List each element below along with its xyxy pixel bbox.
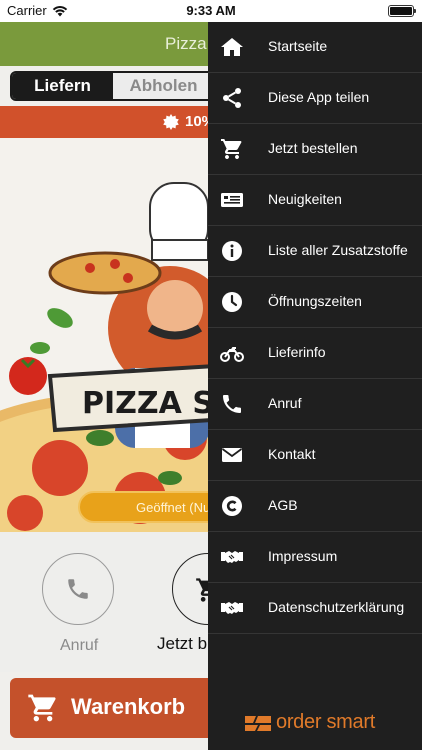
brand-name: order smart	[276, 711, 375, 733]
menu-item-label: Neuigkeiten	[268, 191, 342, 207]
opening-status-label: Geöffnet (Nu	[136, 500, 211, 515]
order-mode-switch: Liefern Abholen	[10, 71, 240, 101]
copyright-icon	[220, 494, 244, 518]
menu-item-share-app[interactable]: Diese App teilen	[208, 73, 422, 124]
page-title: Pizza	[165, 34, 207, 53]
menu-item-privacy[interactable]: Datenschutzerklärung	[208, 583, 422, 634]
menu-item-contact[interactable]: Kontakt	[208, 430, 422, 481]
menu-item-imprint[interactable]: Impressum	[208, 532, 422, 583]
pickup-tab[interactable]: Abholen	[113, 73, 214, 99]
menu-item-label: Öffnungszeiten	[268, 293, 362, 309]
motorbike-icon	[220, 341, 244, 365]
menu-item-delivery-info[interactable]: Lieferinfo	[208, 328, 422, 379]
menu-item-opening-hours[interactable]: Öffnungszeiten	[208, 277, 422, 328]
order-action-label: Jetzt b	[157, 634, 208, 653]
menu-item-additives[interactable]: Liste aller Zusatzstoffe	[208, 226, 422, 277]
sign-text: PIZZA S	[82, 386, 214, 421]
menu-item-label: Diese App teilen	[268, 89, 370, 105]
home-icon	[220, 35, 244, 59]
battery-icon	[388, 5, 416, 17]
phone-icon	[220, 392, 244, 416]
menu-item-label: Datenschutzerklärung	[268, 599, 405, 615]
discount-badge-icon	[163, 113, 179, 130]
deliver-tab[interactable]: Liefern	[12, 73, 113, 99]
call-action-button[interactable]	[42, 553, 114, 625]
menu-item-startseite[interactable]: Startseite	[208, 22, 422, 73]
menu-item-news[interactable]: Neuigkeiten	[208, 175, 422, 226]
mail-icon	[220, 443, 244, 467]
phone-icon	[68, 579, 88, 599]
news-icon	[220, 188, 244, 212]
menu-item-label: AGB	[268, 497, 298, 513]
menu-item-label: Startseite	[268, 38, 328, 54]
menu-item-label: Lieferinfo	[268, 344, 326, 360]
cart-icon	[28, 694, 56, 722]
call-action-label: Anruf	[60, 637, 99, 654]
cart-button-label: Warenkorb	[71, 694, 186, 719]
handshake-icon	[220, 596, 244, 620]
menu-item-label: Jetzt bestellen	[268, 140, 358, 156]
menu-item-label: Liste aller Zusatzstoffe	[268, 242, 408, 258]
brand-logo: order smart	[244, 711, 375, 734]
order-smart-logo-icon	[245, 715, 271, 731]
clock-icon	[220, 290, 244, 314]
navigation-drawer: Startseite Diese App teilen Jetzt bestel…	[208, 22, 422, 750]
info-icon	[220, 239, 244, 263]
handshake-icon	[220, 545, 244, 569]
menu-item-terms[interactable]: AGB	[208, 481, 422, 532]
clock-time: 9:33 AM	[186, 3, 236, 18]
menu-item-label: Kontakt	[268, 446, 316, 462]
menu-item-label: Anruf	[268, 395, 302, 411]
status-bar: Carrier 9:33 AM	[0, 0, 422, 22]
menu-item-order-now[interactable]: Jetzt bestellen	[208, 124, 422, 175]
menu-item-label: Impressum	[268, 548, 338, 564]
menu-item-call[interactable]: Anruf	[208, 379, 422, 430]
cart-icon	[220, 137, 244, 161]
share-icon	[220, 86, 244, 110]
